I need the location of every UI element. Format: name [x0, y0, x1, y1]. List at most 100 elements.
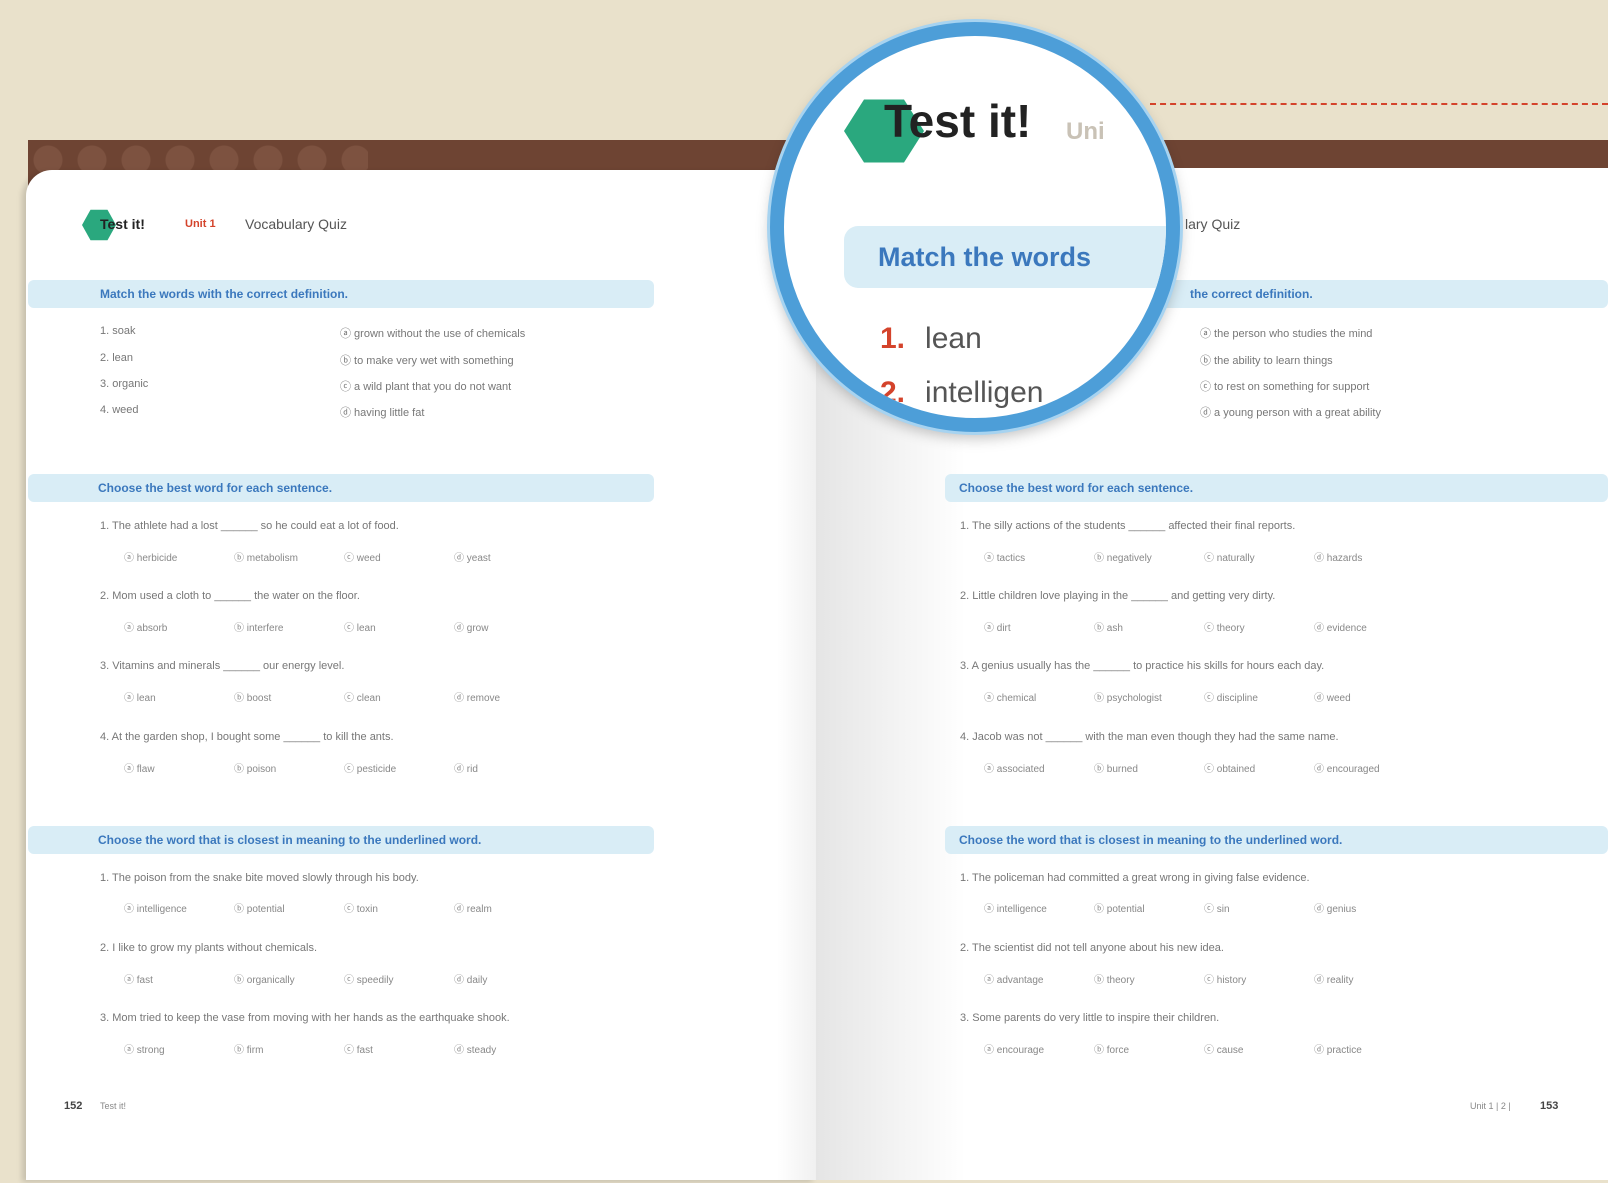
option[interactable]: ⓒ naturally	[1204, 549, 1314, 564]
option[interactable]: ⓐ associated	[984, 760, 1094, 775]
question: 3. Mom tried to keep the vase from movin…	[100, 1012, 510, 1024]
option[interactable]: ⓓ grow	[454, 619, 564, 634]
option[interactable]: ⓓ rid	[454, 760, 564, 775]
option[interactable]: ⓐ encourage	[984, 1041, 1094, 1056]
option[interactable]: ⓓ encouraged	[1314, 760, 1424, 775]
option[interactable]: ⓑ potential	[1094, 900, 1204, 915]
match-word: 1. soak	[100, 325, 136, 337]
section-title: Choose the best word for each sentence.	[28, 474, 654, 502]
magnifier-lens: Test it! Uni Match the words 1. lean 2. in…	[770, 22, 1180, 432]
option[interactable]: ⓑ organically	[234, 971, 344, 986]
option[interactable]: ⓓ weed	[1314, 689, 1424, 704]
question: 3. A genius usually has the ______ to pr…	[960, 660, 1325, 672]
match-definition: ⓐ the person who studies the mind	[1200, 328, 1373, 340]
option[interactable]: ⓑ psychologist	[1094, 689, 1204, 704]
question: 2. Little children love playing in the _…	[960, 590, 1276, 602]
dashed-guide-line	[1150, 103, 1608, 105]
page-number: 153	[1540, 1100, 1559, 1112]
answer-options: ⓐ advantage ⓑ theory ⓒ history ⓓ reality	[984, 971, 1424, 986]
option[interactable]: ⓑ poison	[234, 760, 344, 775]
option[interactable]: ⓐ fast	[124, 971, 234, 986]
magnified-row: 2. intelligen	[880, 376, 1044, 409]
option[interactable]: ⓒ pesticide	[344, 760, 454, 775]
answer-options: ⓐ tactics ⓑ negatively ⓒ naturally ⓓ hazard…	[984, 549, 1424, 564]
option[interactable]: ⓓ hazards	[1314, 549, 1424, 564]
option[interactable]: ⓒ discipline	[1204, 689, 1314, 704]
option[interactable]: ⓒ theory	[1204, 619, 1314, 634]
option[interactable]: ⓓ reality	[1314, 971, 1424, 986]
option[interactable]: ⓓ realm	[454, 900, 564, 915]
page-number: 152	[64, 1100, 83, 1112]
option[interactable]: ⓓ remove	[454, 689, 564, 704]
option[interactable]: ⓓ evidence	[1314, 619, 1424, 634]
option[interactable]: ⓓ yeast	[454, 549, 564, 564]
option[interactable]: ⓒ sin	[1204, 900, 1314, 915]
option[interactable]: ⓑ theory	[1094, 971, 1204, 986]
option[interactable]: ⓐ intelligence	[984, 900, 1094, 915]
option[interactable]: ⓑ burned	[1094, 760, 1204, 775]
option[interactable]: ⓒ history	[1204, 971, 1314, 986]
option[interactable]: ⓑ negatively	[1094, 549, 1204, 564]
match-definition: ⓒ to rest on something for support	[1200, 381, 1370, 393]
option[interactable]: ⓒ weed	[344, 549, 454, 564]
option[interactable]: ⓑ ash	[1094, 619, 1204, 634]
option[interactable]: ⓐ herbicide	[124, 549, 234, 564]
option[interactable]: ⓐ absorb	[124, 619, 234, 634]
option[interactable]: ⓑ potential	[234, 900, 344, 915]
answer-options: ⓐ dirt ⓑ ash ⓒ theory ⓓ evidence	[984, 619, 1424, 634]
option[interactable]: ⓐ intelligence	[124, 900, 234, 915]
section-title: Choose the word that is closest in meani…	[28, 826, 654, 854]
option[interactable]: ⓑ firm	[234, 1041, 344, 1056]
option[interactable]: ⓑ force	[1094, 1041, 1204, 1056]
question: 1. The athlete had a lost ______ so he c…	[100, 520, 399, 532]
option[interactable]: ⓐ flaw	[124, 760, 234, 775]
option[interactable]: ⓑ metabolism	[234, 549, 344, 564]
option[interactable]: ⓐ advantage	[984, 971, 1094, 986]
match-definition: ⓓ having little fat	[340, 407, 425, 419]
answer-options: ⓐ intelligence ⓑ potential ⓒ toxin ⓓ realm	[124, 900, 564, 915]
question: 3. Some parents do very little to inspir…	[960, 1012, 1220, 1024]
match-word: 3. organic	[100, 378, 149, 390]
answer-options: ⓐ herbicide ⓑ metabolism ⓒ weed ⓓ yeast	[124, 549, 564, 564]
question: 1. The poison from the snake bite moved …	[100, 872, 419, 884]
option[interactable]: ⓓ steady	[454, 1041, 564, 1056]
magnified-row: 1. lean	[880, 322, 982, 355]
option[interactable]: ⓐ tactics	[984, 549, 1094, 564]
answer-options: ⓐ chemical ⓑ psychologist ⓒ discipline ⓓ we…	[984, 689, 1424, 704]
option[interactable]: ⓒ cause	[1204, 1041, 1314, 1056]
option[interactable]: ⓒ fast	[344, 1041, 454, 1056]
match-definition: ⓑ to make very wet with something	[340, 355, 514, 367]
option[interactable]: ⓓ practice	[1314, 1041, 1424, 1056]
option[interactable]: ⓐ strong	[124, 1041, 234, 1056]
option[interactable]: ⓒ lean	[344, 619, 454, 634]
answer-options: ⓐ strong ⓑ firm ⓒ fast ⓓ steady	[124, 1041, 564, 1056]
answer-options: ⓐ absorb ⓑ interfere ⓒ lean ⓓ grow	[124, 619, 564, 634]
option[interactable]: ⓐ dirt	[984, 619, 1094, 634]
question: 2. Mom used a cloth to ______ the water …	[100, 590, 360, 602]
answer-options: ⓐ lean ⓑ boost ⓒ clean ⓓ remove	[124, 689, 564, 704]
option[interactable]: ⓒ toxin	[344, 900, 454, 915]
option[interactable]: ⓓ genius	[1314, 900, 1424, 915]
question: 1. The silly actions of the students ___…	[960, 520, 1296, 532]
match-word: 4. weed	[100, 404, 139, 416]
question: 1. The policeman had committed a great w…	[960, 872, 1310, 884]
match-definition: ⓒ a wild plant that you do not want	[340, 381, 512, 393]
option[interactable]: ⓑ boost	[234, 689, 344, 704]
option[interactable]: ⓐ chemical	[984, 689, 1094, 704]
footer-label: Test it!	[100, 1101, 127, 1111]
question: 4. At the garden shop, I bought some ___…	[100, 731, 394, 743]
question: 2. I like to grow my plants without chem…	[100, 942, 318, 954]
option[interactable]: ⓐ lean	[124, 689, 234, 704]
section-title: Choose the word that is closest in meani…	[945, 826, 1608, 854]
quiz-subtitle: Vocabulary Quiz	[245, 216, 347, 232]
option[interactable]: ⓓ daily	[454, 971, 564, 986]
option[interactable]: ⓒ clean	[344, 689, 454, 704]
option[interactable]: ⓑ interfere	[234, 619, 344, 634]
answer-options: ⓐ flaw ⓑ poison ⓒ pesticide ⓓ rid	[124, 760, 564, 775]
match-definition: ⓑ the ability to learn things	[1200, 355, 1333, 367]
option[interactable]: ⓒ speedily	[344, 971, 454, 986]
option[interactable]: ⓒ obtained	[1204, 760, 1314, 775]
quiz-subtitle-fragment: lary Quiz	[1185, 216, 1241, 232]
magnified-unit: Uni	[1066, 118, 1105, 145]
question: 2. The scientist did not tell anyone abo…	[960, 942, 1224, 954]
